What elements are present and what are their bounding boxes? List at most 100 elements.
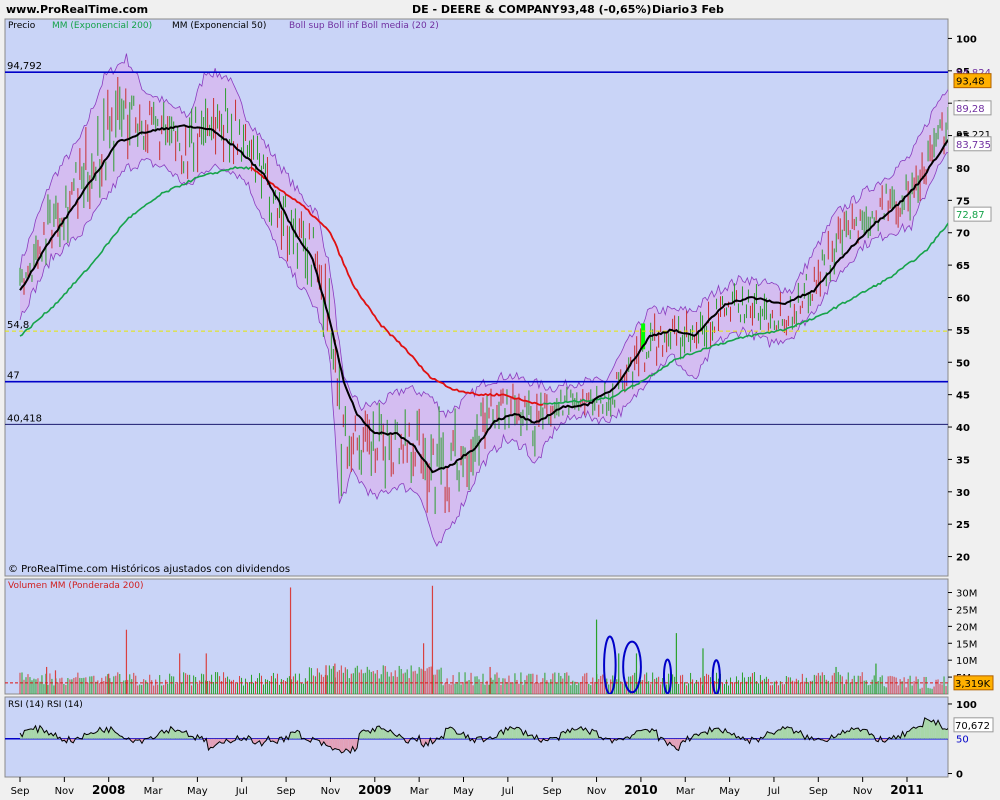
volume-y-tick-label: 15M [956,639,977,650]
rsi-fill-segment [942,728,945,739]
price-y-tick-label: 20 [956,553,970,564]
site-label[interactable]: www.ProRealTime.com [6,3,148,16]
rsi-fill-segment [702,731,706,739]
hline-label: 94,792 [7,61,42,72]
rsi-fill-segment [636,730,639,739]
rsi-fill-segment [949,727,951,738]
rsi-fill-segment [341,738,344,753]
rsi-fill-segment [290,732,293,739]
x-tick-label: Sep [11,786,30,797]
price-y-tick-label: 40 [956,423,970,434]
price-value-label: 83,735 [956,140,991,151]
hline-label: 47 [7,371,20,382]
price-y-tick-label: 65 [956,261,970,272]
rsi-fill-segment [381,728,384,739]
rsi-marks: 100 0 70,672 50 [948,700,994,781]
price-y-tick-label: 50 [956,358,970,369]
chart-root: www.ProRealTime.com DE - DEERE & COMPANY… [0,0,1000,800]
rsi-fill-segment [459,733,462,739]
rsi-fill-segment [210,738,213,748]
rsi-fill-segment [855,728,859,739]
volume-y-tick-label: 25M [956,605,977,616]
rsi-fill-segment [516,727,519,739]
rsi-fill-segment [594,730,597,739]
price-y-tick-label: 60 [956,294,970,305]
x-tick-label: May [719,786,740,797]
rsi-fill-segment [445,728,448,739]
rsi-fill-segment [640,729,644,739]
price-y-tick-label: 70 [956,229,970,240]
rsi-fill-segment [931,720,934,739]
header-quote: 93,48 (-0,65%) [560,3,651,16]
volume-title: Volumen MM (Ponderada 200) [8,581,144,591]
rsi-fill-segment [643,729,646,739]
rsi-fill-segment [365,730,369,739]
rsi-y-tick-label: 100 [956,700,977,711]
rsi-fill-segment [221,738,225,744]
rsi-fill-segment [28,728,32,739]
rsi-y-tick-label: 0 [956,770,963,781]
rsi-fill-segment [862,729,865,739]
rsi-fill-segment [328,738,331,747]
x-tick-label: May [453,786,474,797]
rsi-fill-segment [716,728,719,739]
rsi-title: RSI (14) RSI (14) [8,700,83,710]
x-tick-label: Nov [321,786,341,797]
header-date: 3 Feb [690,3,724,16]
rsi-fill-segment [920,726,923,739]
rsi-fill-segment [913,727,916,739]
x-tick-label: Mar [144,786,164,797]
rsi-fill-segment [769,732,772,739]
rsi-fill-segment [450,727,453,739]
price-y-tick-label: 75 [956,196,970,207]
rsi-last-label: 70,672 [955,721,990,732]
hline-label: 40,418 [7,413,42,424]
x-tick-label: 2011 [890,783,923,797]
rsi-fill-segment [181,731,185,739]
price-y-tick-label: 35 [956,455,970,466]
rsi-fill-segment [31,728,34,739]
volume-panel[interactable] [4,578,949,695]
rsi-fill-segment [337,738,340,750]
rsi-fill-segment [714,728,717,739]
price-y-tick-label: 100 [956,34,977,45]
price-value-label: 72,87 [956,210,985,221]
x-tick-label: May [187,786,208,797]
rsi-mid-label: 50 [956,735,969,746]
x-tick-label: 2010 [624,783,657,797]
price-y-tick-label: 80 [956,164,970,175]
hline-label: 54,8 [7,320,29,331]
rsi-fill-segment [778,729,781,739]
rsi-fill-segment [907,731,910,739]
legend-price: Precio [8,21,36,31]
rsi-fill-segment [377,726,380,739]
rsi-fill-segment [924,717,927,739]
rsi-fill-segment [727,732,730,739]
rsi-fill-segment [789,727,792,739]
volume-y-tick-label: 20M [956,622,977,633]
rsi-fill-segment [951,730,953,739]
x-tick-label: Nov [55,786,75,797]
rsi-fill-segment [676,738,679,751]
x-tick-label: 2008 [92,783,125,797]
price-y-tick-label: 55 [956,326,970,337]
rsi-fill-segment [787,726,790,739]
header-symbol: DE - DEERE & COMPANY [412,3,560,16]
rsi-fill-segment [929,720,932,739]
x-axis: Sep Nov 2008 Mar May Jul Sep Nov 2009 Mar May Jul Se… [11,777,924,797]
legend-ema200: MM (Exponencial 200) [52,21,152,31]
x-tick-label: Mar [676,786,696,797]
x-tick-label: Jul [235,786,248,797]
rsi-fill-segment [24,730,27,739]
volume-last-label: 3,319K [955,679,991,690]
rsi-fill-segment [944,728,947,739]
volume-y-tick-label: 10M [956,656,977,667]
price-value-label: 93,48 [956,77,985,88]
legend-ema50: MM (Exponencial 50) [172,21,266,31]
legend-boll: Boll sup Boll inf Boll media (20 2) [289,21,439,31]
rsi-fill-segment [512,728,515,739]
x-tick-label: Nov [587,786,607,797]
rsi-fill-segment [334,738,338,750]
rsi-fill-segment [177,730,180,739]
x-tick-label: 2009 [358,783,391,797]
